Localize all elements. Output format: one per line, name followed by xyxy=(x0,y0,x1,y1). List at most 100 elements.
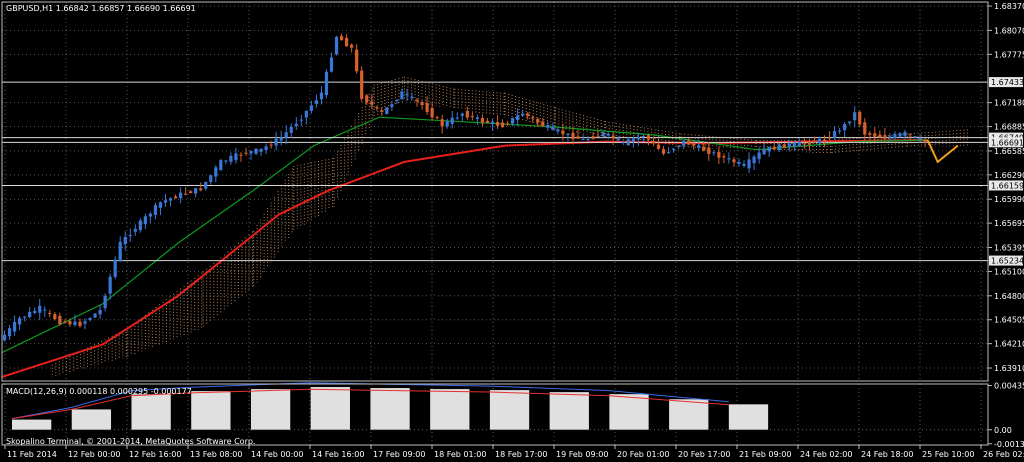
candle-body xyxy=(465,110,469,118)
candle-body xyxy=(58,315,62,325)
candle-body xyxy=(551,126,555,130)
candle-body xyxy=(143,216,147,225)
candle-body xyxy=(762,149,766,155)
macd-bar xyxy=(669,399,709,430)
candle-body xyxy=(189,191,193,194)
candle-body xyxy=(581,139,585,141)
candle-body xyxy=(807,141,812,145)
candle-body xyxy=(450,117,454,124)
candle-body xyxy=(677,145,681,147)
time-label: 17 Feb 09:00 xyxy=(373,450,425,459)
candle-body xyxy=(360,70,364,99)
candle-body xyxy=(717,151,721,158)
candle-body xyxy=(883,135,887,139)
time-label: 20 Feb 01:00 xyxy=(617,450,669,459)
price-tick-label: 1.65395 xyxy=(994,243,1024,252)
candle-body xyxy=(848,121,852,124)
level-label: 1.66159 xyxy=(991,181,1024,190)
candle-body xyxy=(128,235,132,237)
price-tick-label: 1.65990 xyxy=(994,195,1024,204)
candle-body xyxy=(702,146,706,151)
candle-body xyxy=(279,137,283,141)
candle-body xyxy=(88,318,92,320)
candle-body xyxy=(425,103,429,113)
candle-body xyxy=(73,321,77,326)
candle-body xyxy=(576,136,580,139)
candle-body xyxy=(636,136,640,140)
candle-body xyxy=(626,139,630,146)
candle-body xyxy=(893,133,897,139)
candle-body xyxy=(98,309,102,315)
candle-body xyxy=(566,133,570,136)
candle-body xyxy=(490,121,495,125)
candle-body xyxy=(380,110,384,112)
candle-body xyxy=(641,135,646,137)
candle-body xyxy=(757,152,761,160)
candle-body xyxy=(787,143,791,147)
candle-body xyxy=(355,49,359,72)
price-tick-label: 1.64210 xyxy=(994,340,1024,349)
candle-body xyxy=(254,148,258,154)
time-label: 18 Feb 17:00 xyxy=(495,450,547,459)
candle-body xyxy=(480,118,485,123)
candle-body xyxy=(138,220,142,231)
price-tick-label: 1.64800 xyxy=(994,292,1024,301)
macd-bar xyxy=(609,394,649,430)
candle-body xyxy=(671,148,676,150)
candle-body xyxy=(878,134,882,138)
candle-body xyxy=(314,100,319,104)
candle-body xyxy=(536,118,540,123)
candle-body xyxy=(168,198,173,201)
candle-body xyxy=(586,138,590,140)
candle-body xyxy=(299,119,303,121)
candle-body xyxy=(470,116,474,118)
candle-body xyxy=(712,152,716,154)
macd-bar xyxy=(728,404,769,430)
candle-body xyxy=(918,138,922,140)
time-label: 14 Feb 00:00 xyxy=(251,450,303,459)
candle-body xyxy=(365,95,369,103)
candle-body xyxy=(913,136,917,138)
candle-body xyxy=(28,311,32,318)
candle-body xyxy=(344,37,349,47)
candle-body xyxy=(264,146,268,150)
candle-body xyxy=(752,156,756,164)
time-label: 24 Feb 02:00 xyxy=(800,450,852,459)
candle-body xyxy=(571,132,575,140)
candle-body xyxy=(229,155,233,162)
time-label: 19 Feb 09:00 xyxy=(556,450,608,459)
candle-body xyxy=(455,117,459,119)
time-label: 13 Feb 08:00 xyxy=(190,450,242,459)
candle-body xyxy=(219,160,223,171)
footer-copyright: Skopalino Terminal, © 2001-2014, MetaQuo… xyxy=(6,437,255,446)
candle-body xyxy=(832,131,837,138)
chart-canvas[interactable]: 1.674331.667491.666911.661591.65234 0.00… xyxy=(0,0,1024,462)
macd-bar xyxy=(549,392,589,430)
candle-body xyxy=(309,105,313,111)
candle-body xyxy=(410,96,414,99)
candle-body xyxy=(78,321,82,327)
macd-bar xyxy=(12,419,52,430)
candle-body xyxy=(460,113,464,116)
price-tick-label: 1.68070 xyxy=(994,26,1024,35)
candle-body xyxy=(747,159,751,169)
macd-bar xyxy=(370,388,410,430)
candle-body xyxy=(23,316,27,318)
candle-body xyxy=(194,188,198,194)
candle-body xyxy=(103,295,107,309)
candle-body xyxy=(837,130,842,132)
candle-body xyxy=(148,213,153,217)
candle-body xyxy=(475,117,479,120)
candle-body xyxy=(505,123,510,125)
candle-body xyxy=(521,113,525,116)
candle-body xyxy=(108,276,112,294)
candle-body xyxy=(214,167,218,177)
candle-body xyxy=(375,107,379,109)
candle-body xyxy=(7,328,12,337)
price-tick-label: 1.67775 xyxy=(994,50,1024,59)
candle-body xyxy=(666,152,671,154)
candle-body xyxy=(339,35,344,41)
candle-body xyxy=(777,144,781,151)
trading-chart[interactable]: 1.674331.667491.666911.661591.65234 0.00… xyxy=(0,0,1024,462)
candle-body xyxy=(18,318,22,325)
